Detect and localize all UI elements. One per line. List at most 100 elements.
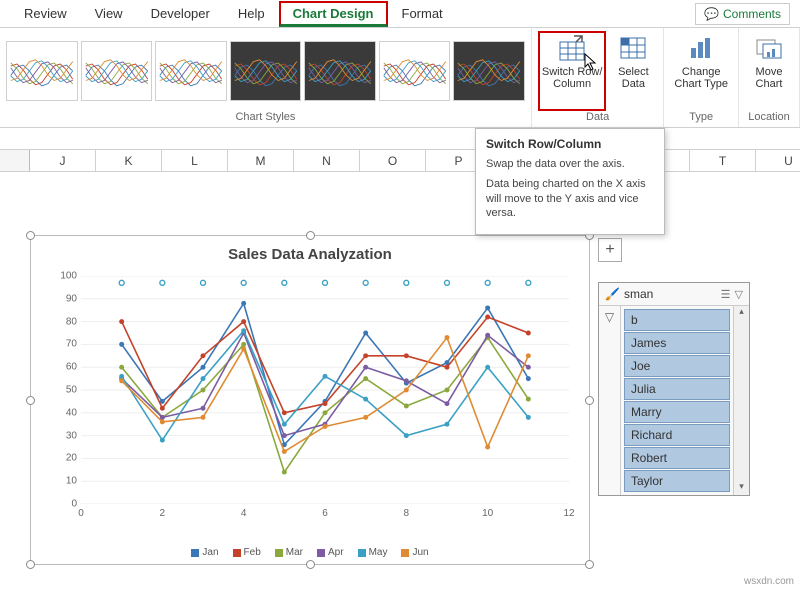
filter-item[interactable]: Robert xyxy=(624,447,730,469)
switch-row-column-icon xyxy=(557,33,587,63)
y-tick-label: 100 xyxy=(60,271,77,282)
legend-may[interactable]: May xyxy=(358,547,388,558)
tab-format[interactable]: Format xyxy=(388,1,457,26)
col-M[interactable]: M xyxy=(228,150,294,171)
select-all-corner[interactable] xyxy=(0,150,30,171)
move-chart-button[interactable]: Move Chart xyxy=(745,31,793,111)
y-tick-label: 30 xyxy=(66,430,77,441)
legend-swatch xyxy=(401,549,409,557)
watermark: wsxdn.com xyxy=(744,576,794,587)
y-axis: 0102030405060708090100 xyxy=(51,276,79,504)
filter-item[interactable]: Taylor xyxy=(624,470,730,492)
col-K[interactable]: K xyxy=(96,150,162,171)
x-tick-label: 6 xyxy=(322,508,328,519)
col-L[interactable]: L xyxy=(162,150,228,171)
embedded-chart[interactable]: Sales Data Analyzation 01020304050607080… xyxy=(30,235,590,565)
funnel-icon: ▽ xyxy=(605,310,614,324)
y-tick-label: 40 xyxy=(66,407,77,418)
move-chart-icon xyxy=(754,33,784,63)
col-U[interactable]: U xyxy=(756,150,800,171)
comments-label: Comments xyxy=(723,7,781,21)
brush-icon: 🖌️ xyxy=(605,287,620,301)
x-tick-label: 0 xyxy=(78,508,84,519)
chart-title[interactable]: Sales Data Analyzation xyxy=(31,236,589,267)
x-axis: 024681012 xyxy=(81,508,569,524)
filter-item[interactable]: b xyxy=(624,309,730,331)
filter-item[interactable]: Julia xyxy=(624,378,730,400)
x-tick-label: 10 xyxy=(482,508,493,519)
y-tick-label: 0 xyxy=(71,499,77,510)
filter-item[interactable]: James xyxy=(624,332,730,354)
tooltip-line1: Swap the data over the axis. xyxy=(486,157,654,171)
select-data-icon xyxy=(618,33,648,63)
tab-review[interactable]: Review xyxy=(10,1,81,26)
y-tick-label: 80 xyxy=(66,316,77,327)
legend-mar[interactable]: Mar xyxy=(275,547,303,558)
selection-handle[interactable] xyxy=(26,231,35,240)
group-label-location: Location xyxy=(745,111,793,125)
tab-developer[interactable]: Developer xyxy=(137,1,224,26)
col-O[interactable]: O xyxy=(360,150,426,171)
filter-scrollbar[interactable]: ▴ ▾ xyxy=(733,306,749,495)
x-tick-label: 8 xyxy=(404,508,410,519)
selection-handle[interactable] xyxy=(26,396,35,405)
legend-feb[interactable]: Feb xyxy=(233,547,261,558)
chart-style-thumb[interactable] xyxy=(379,41,451,101)
column-headers: J K L M N O P Q R S T U xyxy=(0,150,800,172)
selection-handle[interactable] xyxy=(26,560,35,569)
group-label-data: Data xyxy=(538,111,658,125)
switch-row-column-button[interactable]: Switch Row/ Column xyxy=(538,31,607,111)
legend-swatch xyxy=(191,549,199,557)
scroll-up-icon[interactable]: ▴ xyxy=(734,306,749,320)
chart-style-thumb[interactable] xyxy=(230,41,302,101)
chart-style-thumb[interactable] xyxy=(155,41,227,101)
select-data-button[interactable]: Select Data xyxy=(609,31,657,111)
tab-view[interactable]: View xyxy=(81,1,137,26)
selection-handle[interactable] xyxy=(306,560,315,569)
select-label: Select Data xyxy=(618,66,649,91)
filter-item[interactable]: Joe xyxy=(624,355,730,377)
ribbon: Chart Styles Switch Row/ Column Select D… xyxy=(0,28,800,128)
legend-apr[interactable]: Apr xyxy=(317,547,344,558)
chart-filter-panel[interactable]: 🖌️ sman ☰ ▽ ▽ b James Joe Julia Marry Ri… xyxy=(598,282,750,496)
chart-style-thumb[interactable] xyxy=(453,41,525,101)
selection-handle[interactable] xyxy=(585,560,594,569)
tab-help[interactable]: Help xyxy=(224,1,279,26)
plot-area[interactable] xyxy=(81,276,569,504)
tooltip-line2: Data being charted on the X axis will mo… xyxy=(486,177,654,220)
group-label-chart-styles: Chart Styles xyxy=(6,111,525,125)
col-J[interactable]: J xyxy=(30,150,96,171)
chart-style-thumb[interactable] xyxy=(81,41,153,101)
selection-handle[interactable] xyxy=(585,396,594,405)
comments-button[interactable]: 💬 Comments xyxy=(695,3,790,25)
filter-header: 🖌️ sman ☰ ▽ xyxy=(599,283,749,306)
chart-styles-gallery[interactable] xyxy=(6,30,525,111)
funnel-icon[interactable]: ▽ xyxy=(735,288,743,301)
formula-bar[interactable] xyxy=(0,128,800,150)
multiselect-icon[interactable]: ☰ xyxy=(721,288,731,301)
filter-side-funnel[interactable]: ▽ xyxy=(599,306,621,495)
col-N[interactable]: N xyxy=(294,150,360,171)
scroll-down-icon[interactable]: ▾ xyxy=(734,481,749,495)
chart-style-thumb[interactable] xyxy=(304,41,376,101)
change-chart-type-icon xyxy=(686,33,716,63)
y-tick-label: 90 xyxy=(66,293,77,304)
filter-item[interactable]: Marry xyxy=(624,401,730,423)
tooltip-title: Switch Row/Column xyxy=(486,137,654,151)
x-tick-label: 2 xyxy=(160,508,166,519)
legend-swatch xyxy=(317,549,325,557)
chart-style-thumb[interactable] xyxy=(6,41,78,101)
y-tick-label: 50 xyxy=(66,385,77,396)
filter-field-name: sman xyxy=(624,287,717,301)
change-chart-type-button[interactable]: Change Chart Type xyxy=(670,31,732,111)
x-tick-label: 12 xyxy=(563,508,574,519)
legend-jun[interactable]: Jun xyxy=(401,547,428,558)
legend-jan[interactable]: Jan xyxy=(191,547,218,558)
chart-elements-button[interactable]: + xyxy=(598,238,622,262)
tab-chart-design[interactable]: Chart Design xyxy=(279,1,388,27)
col-T[interactable]: T xyxy=(690,150,756,171)
chart-legend[interactable]: Jan Feb Mar Apr May Jun xyxy=(31,547,589,558)
selection-handle[interactable] xyxy=(306,231,315,240)
y-tick-label: 60 xyxy=(66,362,77,373)
filter-item[interactable]: Richard xyxy=(624,424,730,446)
